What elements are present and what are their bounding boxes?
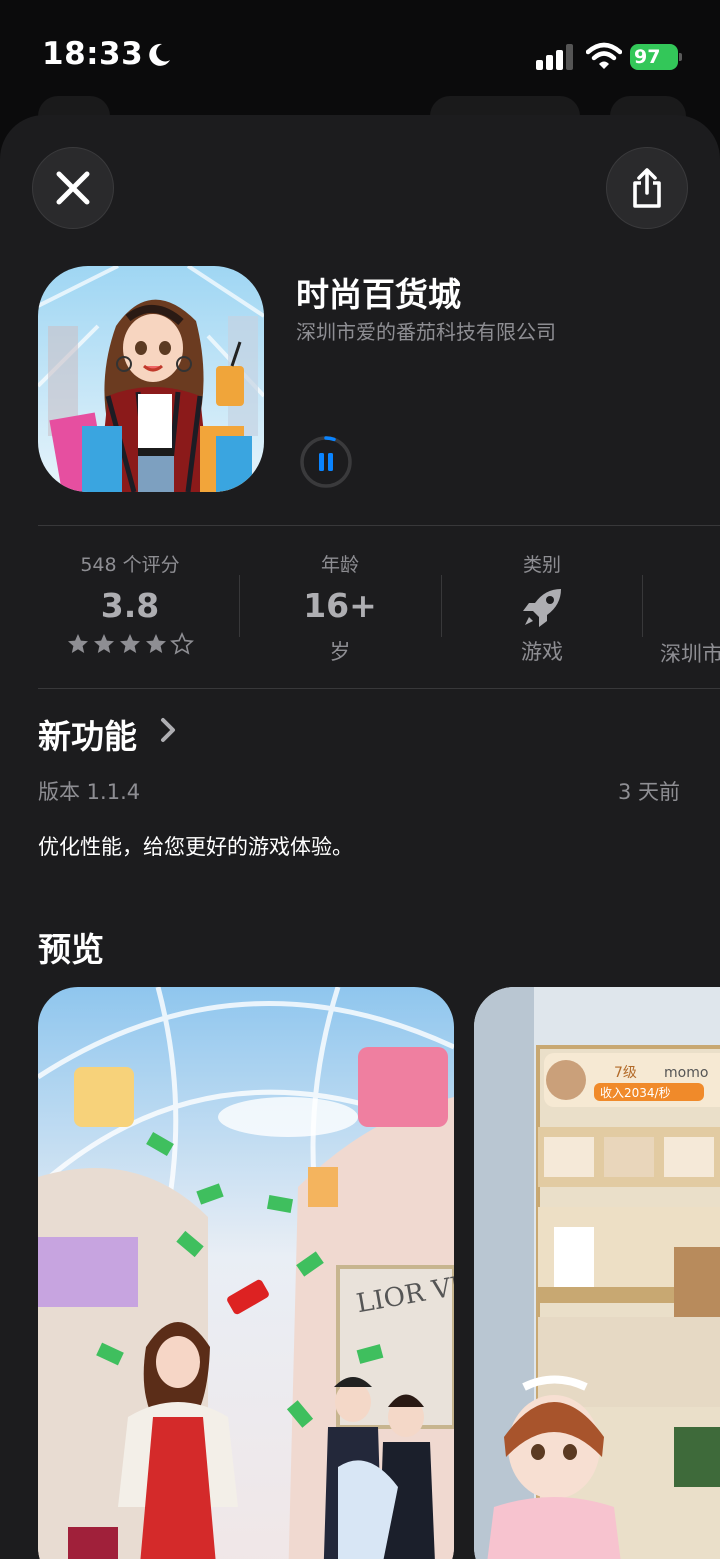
- status-time: 18:33: [42, 36, 144, 72]
- shot2-name: momo: [664, 1065, 708, 1081]
- category-info[interactable]: 类别 游戏: [442, 550, 642, 666]
- wifi-icon: [586, 42, 622, 69]
- divider: [38, 525, 720, 526]
- app-icon: [38, 266, 264, 492]
- battery-indicator: 97: [630, 44, 682, 70]
- release-notes: 优化性能，给您更好的游戏体验。: [38, 835, 353, 859]
- close-button[interactable]: [32, 147, 114, 229]
- star-filled-icon: [120, 634, 140, 653]
- share-icon: [633, 168, 661, 208]
- shot2-income: 收入2034/秒: [600, 1086, 671, 1100]
- age-sub: 岁: [329, 640, 351, 664]
- developer-short[interactable]: 深圳市: [660, 638, 720, 668]
- preview-screenshot-1[interactable]: LIOR VU: [38, 987, 454, 1559]
- column-divider: [642, 575, 643, 637]
- star-rating: [30, 632, 230, 656]
- divider: [38, 688, 720, 689]
- pause-icon: [319, 453, 324, 471]
- whats-new-title[interactable]: 新功能: [38, 710, 137, 758]
- preview-title: 预览: [38, 930, 104, 969]
- rocket-icon: [523, 588, 561, 627]
- star-filled-icon: [94, 634, 114, 653]
- app-sheet: 时尚百货城 深圳市爱的番茄科技有限公司 548 个评分 3.8 年龄 16+ 岁…: [0, 115, 720, 1559]
- battery-level: 97: [634, 46, 661, 68]
- ratings-value: 3.8: [100, 586, 160, 625]
- version-text: 版本 1.1.4: [38, 780, 141, 804]
- star-empty-icon: [170, 632, 194, 655]
- cellular-signal-icon: [536, 44, 573, 70]
- preview-screenshot-2[interactable]: 7级 momo 收入2034/秒: [474, 987, 720, 1559]
- ratings-label: 548 个评分: [80, 554, 180, 576]
- share-button[interactable]: [606, 147, 688, 229]
- chevron-right-icon[interactable]: [159, 716, 177, 744]
- age-info[interactable]: 年龄 16+ 岁: [240, 550, 440, 666]
- category-sub: 游戏: [521, 640, 563, 664]
- shot2-level: 7级: [614, 1065, 637, 1081]
- download-progress-button[interactable]: [299, 435, 353, 489]
- close-icon: [56, 171, 90, 205]
- update-age: 3 天前: [617, 780, 680, 804]
- category-icon-wrap: [442, 586, 642, 627]
- ratings-info[interactable]: 548 个评分 3.8: [30, 550, 230, 656]
- app-developer[interactable]: 深圳市爱的番茄科技有限公司: [296, 316, 556, 345]
- moon-icon: [149, 43, 170, 66]
- age-value: 16+: [303, 586, 377, 625]
- app-title: 时尚百货城: [296, 275, 461, 314]
- category-label: 类别: [522, 554, 561, 576]
- status-bar: 18:33 97: [0, 0, 720, 110]
- star-filled-icon: [68, 634, 88, 653]
- star-filled-icon: [146, 634, 166, 653]
- age-label: 年龄: [320, 554, 359, 576]
